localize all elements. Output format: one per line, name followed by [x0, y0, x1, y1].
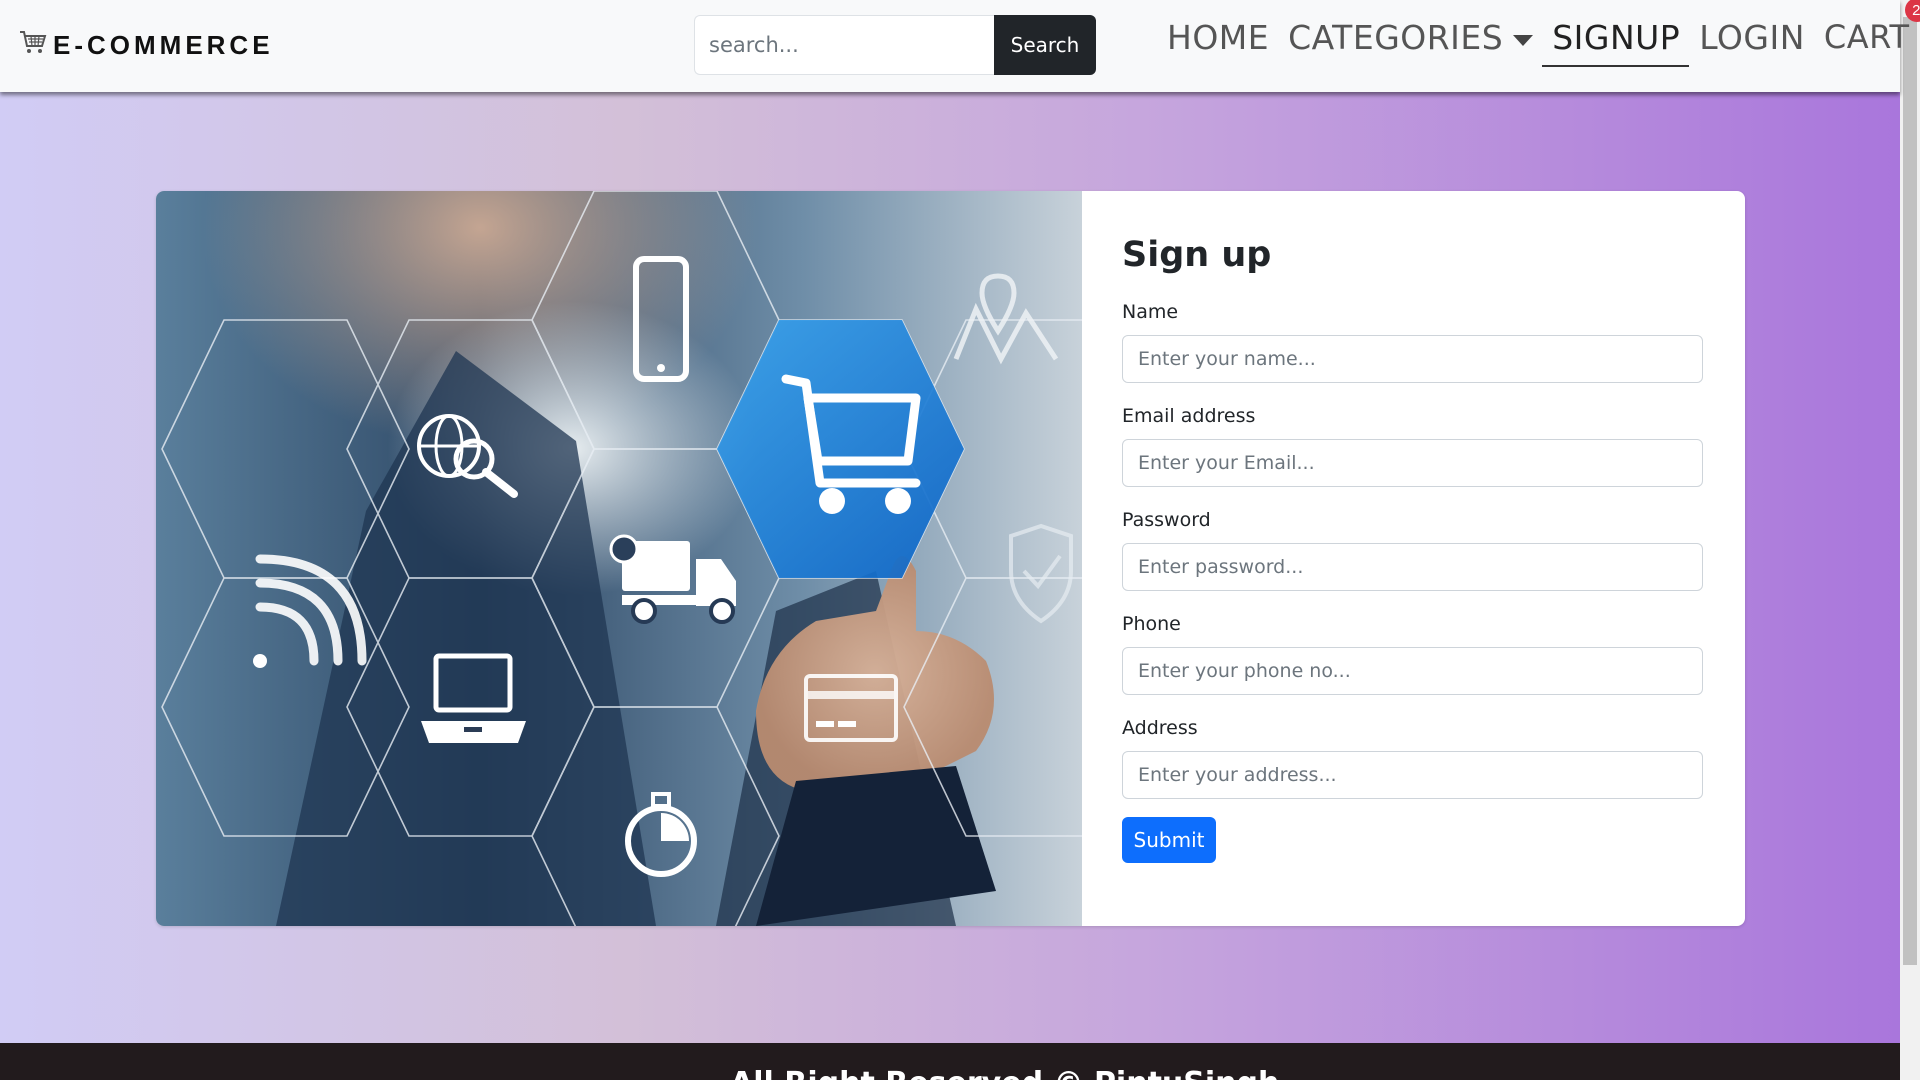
address-group: Address [1122, 717, 1705, 799]
ecommerce-hero-image [156, 191, 1082, 926]
submit-button[interactable]: Submit [1122, 817, 1216, 863]
nav-home[interactable]: HOME [1157, 0, 1278, 67]
caret-down-icon [1513, 35, 1534, 46]
scrollbar-thumb[interactable] [1903, 17, 1917, 965]
nav-cart[interactable]: CART 2 [1814, 0, 1920, 67]
phone-label: Phone [1122, 613, 1181, 635]
phone-input[interactable] [1122, 647, 1703, 695]
nav-links: HOME CATEGORIES SIGNUP LOGIN CART 2 [1157, 0, 1920, 92]
search-form: Search [694, 15, 1096, 75]
page-scrollbar[interactable] [1900, 0, 1920, 1080]
address-input[interactable] [1122, 751, 1703, 799]
address-label: Address [1122, 717, 1198, 739]
nav-categories-label: CATEGORIES [1288, 18, 1504, 57]
nav-categories-dropdown[interactable]: CATEGORIES [1278, 0, 1542, 67]
nav-cart-label: CART [1823, 18, 1910, 56]
email-group: Email address [1122, 405, 1705, 487]
name-input[interactable] [1122, 335, 1703, 383]
footer-copyright: All Right Reserved © PintuSingh [730, 1066, 1279, 1080]
brand-name: E-COMMERCE [53, 29, 274, 60]
footer: All Right Reserved © PintuSingh [0, 1043, 1900, 1080]
form-title: Sign up [1122, 235, 1272, 275]
password-group: Password [1122, 509, 1705, 591]
name-group: Name [1122, 301, 1705, 383]
password-input[interactable] [1122, 543, 1703, 591]
signup-card: Sign up Name Email address Password Phon… [156, 191, 1745, 926]
search-input[interactable] [694, 15, 994, 75]
search-button[interactable]: Search [994, 15, 1096, 75]
nav-signup[interactable]: SIGNUP [1542, 0, 1690, 67]
brand-logo[interactable]: E-COMMERCE [19, 28, 274, 62]
phone-group: Phone [1122, 613, 1705, 695]
name-label: Name [1122, 301, 1179, 323]
nav-login[interactable]: LOGIN [1689, 0, 1814, 67]
cart-icon [19, 29, 47, 62]
email-label: Email address [1122, 405, 1256, 427]
signup-form: Sign up Name Email address Password Phon… [1082, 191, 1745, 926]
navbar: E-COMMERCE Search HOME CATEGORIES SIGNUP… [0, 0, 1920, 92]
email-input[interactable] [1122, 439, 1703, 487]
password-label: Password [1122, 509, 1211, 531]
main-content: Sign up Name Email address Password Phon… [0, 92, 1900, 1043]
